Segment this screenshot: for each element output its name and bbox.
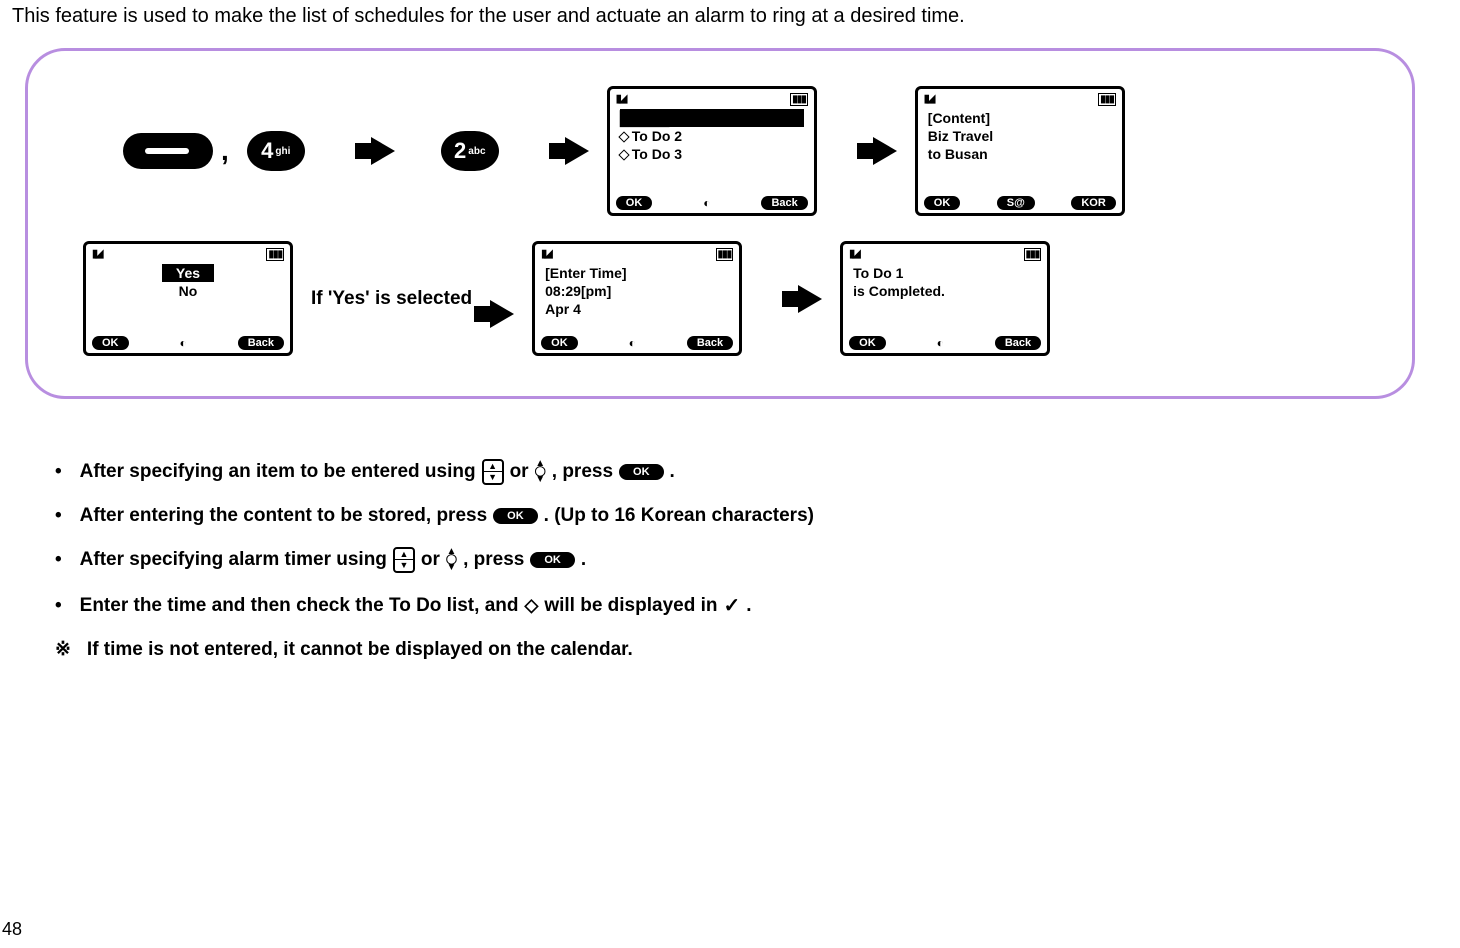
ok-pill-icon: OK	[619, 464, 664, 480]
nav-icon: ◐	[703, 196, 710, 210]
battery-icon	[1098, 91, 1116, 105]
softkey-mode: S@	[997, 196, 1035, 210]
todo-item: To Do 2	[620, 127, 804, 145]
signal-icon	[541, 246, 550, 260]
menu-key-icon	[123, 133, 213, 169]
signal-icon	[849, 246, 858, 260]
signal-icon	[92, 246, 101, 260]
comma-separator: ,	[221, 135, 229, 167]
time-value: 08:29[pm]	[545, 282, 729, 300]
signal-icon	[616, 91, 625, 105]
battery-icon	[790, 91, 808, 105]
nav-icon: ◐	[937, 336, 944, 350]
instruction-item: Enter the time and then check the To Do …	[55, 593, 1460, 618]
check-icon: ✓	[723, 593, 740, 618]
diamond-icon: ◇	[524, 595, 538, 616]
screen-yesno: Yes No OK ◐ Back	[83, 241, 293, 356]
ok-pill-icon: OK	[530, 552, 575, 568]
softkey-back: Back	[995, 336, 1041, 350]
instruction-item: After specifying alarm timer using ▲▼ or…	[55, 547, 1460, 573]
keypad-2-button: 2abc	[441, 131, 499, 171]
completed-line: is Completed.	[853, 282, 1037, 300]
arrow-icon	[371, 137, 395, 165]
softkey-ok: OK	[849, 336, 886, 350]
softkey-back: Back	[238, 336, 284, 350]
nav-icon: ◐	[629, 336, 636, 350]
flow-diagram-panel: , 4ghi 2abc █████ To Do 2 To Do 3 OK ◐ B…	[25, 48, 1415, 399]
todo-item-selected: █████	[620, 109, 804, 127]
arrow-icon	[798, 285, 822, 313]
rocker-icon: ▲▼	[482, 459, 504, 485]
nav-icon: ◐	[179, 336, 186, 350]
page-number: 48	[2, 919, 22, 940]
screen-content: [Content] Biz Travel to Busan OK S@ KOR	[915, 86, 1125, 216]
softkey-ok: OK	[616, 196, 653, 210]
date-value: Apr 4	[545, 300, 729, 318]
battery-icon	[1024, 246, 1042, 260]
softkey-back: Back	[761, 196, 807, 210]
arrow-icon	[873, 137, 897, 165]
content-header: [Content]	[928, 109, 1112, 127]
content-line: Biz Travel	[928, 127, 1112, 145]
completed-line: To Do 1	[853, 264, 1037, 282]
battery-icon	[716, 246, 734, 260]
time-header: [Enter Time]	[545, 264, 729, 282]
softkey-lang: KOR	[1071, 196, 1115, 210]
content-line: to Busan	[928, 145, 1112, 163]
option-yes-selected: Yes	[162, 264, 214, 282]
instruction-item: After entering the content to be stored,…	[55, 505, 1460, 527]
flow-row-1: , 4ghi 2abc █████ To Do 2 To Do 3 OK ◐ B…	[123, 86, 1352, 216]
softkey-ok: OK	[92, 336, 129, 350]
keypad-4-button: 4ghi	[247, 131, 305, 171]
annotation-yes-selected: If 'Yes' is selected	[311, 288, 472, 310]
softkey-ok: OK	[541, 336, 578, 350]
flow-row-2: Yes No OK ◐ Back If 'Yes' is selected [E…	[83, 241, 1352, 356]
arrow-icon	[490, 300, 514, 328]
footnote: If time is not entered, it cannot be dis…	[55, 638, 1460, 661]
screen-enter-time: [Enter Time] 08:29[pm] Apr 4 OK ◐ Back	[532, 241, 742, 356]
instruction-item: After specifying an item to be entered u…	[55, 459, 1460, 485]
rocker-icon: ▲▼	[393, 547, 415, 573]
screen-completed: To Do 1 is Completed. OK ◐ Back	[840, 241, 1050, 356]
instruction-list: After specifying an item to be entered u…	[55, 459, 1460, 618]
arrow-icon	[565, 137, 589, 165]
screen-todo-list: █████ To Do 2 To Do 3 OK ◐ Back	[607, 86, 817, 216]
softkey-back: Back	[687, 336, 733, 350]
todo-item: To Do 3	[620, 145, 804, 163]
intro-text: This feature is used to make the list of…	[0, 0, 1460, 38]
signal-icon	[924, 91, 933, 105]
updown-icon: ▲◯▼	[535, 460, 546, 484]
option-no: No	[96, 282, 280, 300]
softkey-ok: OK	[924, 196, 961, 210]
updown-icon: ▲◯▼	[446, 548, 457, 572]
battery-icon	[266, 246, 284, 260]
ok-pill-icon: OK	[493, 508, 538, 524]
